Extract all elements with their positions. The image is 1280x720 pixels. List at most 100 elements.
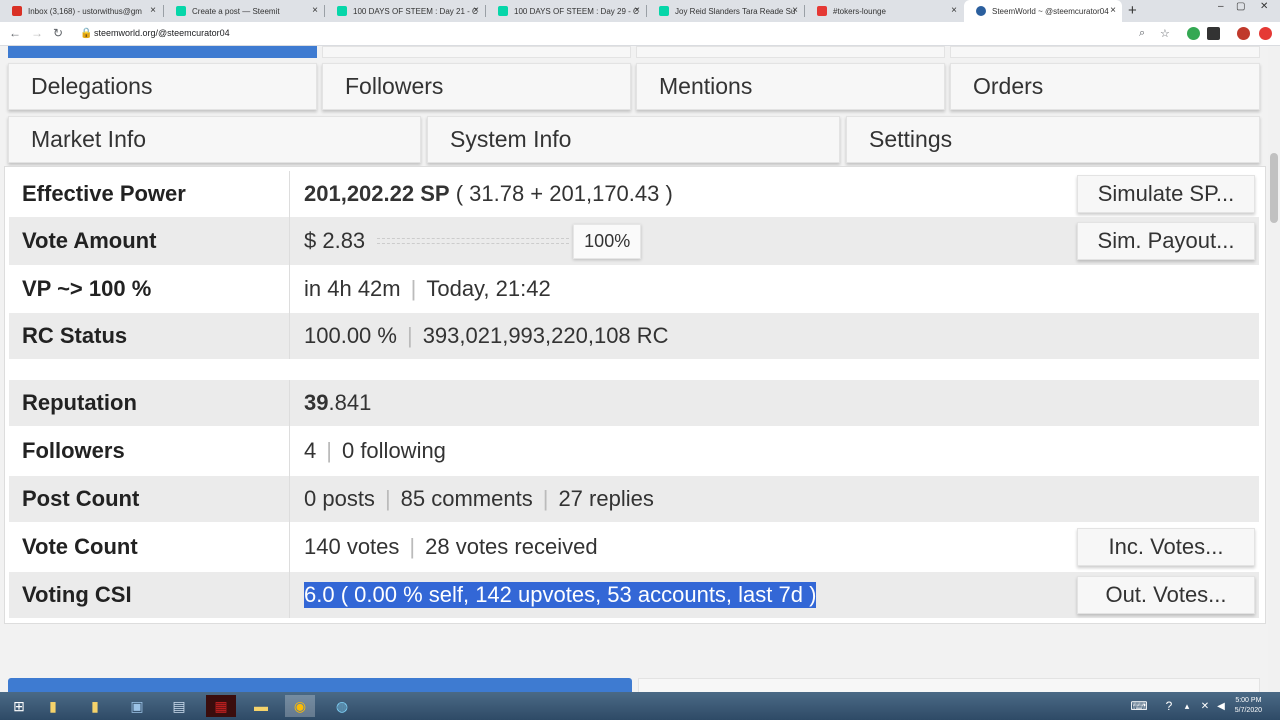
replies-count: 27 replies bbox=[558, 486, 654, 511]
extension-red-icon[interactable] bbox=[1259, 27, 1272, 40]
rc-status-value: 100.00 % | 393,021,993,220,108 RC bbox=[290, 313, 669, 359]
system-info-button[interactable]: System Info bbox=[427, 116, 840, 163]
volume-icon[interactable]: ◀ bbox=[1206, 695, 1236, 717]
voting-csi-text-selected: 6.0 ( 0.00 % self, 142 upvotes, 53 accou… bbox=[304, 582, 817, 608]
clock-time: 5:00 PM bbox=[1235, 697, 1262, 704]
tab-100days-29[interactable]: 100 DAYS OF STEEM : Day 29 - C × bbox=[486, 0, 646, 22]
new-tab-button[interactable]: + bbox=[1128, 2, 1137, 19]
tab-steemit-create[interactable]: Create a post — Steemit × bbox=[164, 0, 324, 22]
stat-label: Vote Count bbox=[9, 522, 290, 572]
stat-row-vote-amount: Vote Amount $ 2.83 100% Sim. Payout... bbox=[9, 217, 1259, 265]
delegations-button[interactable]: Delegations bbox=[8, 63, 317, 110]
scrollbar[interactable] bbox=[1268, 46, 1280, 692]
chrome-icon[interactable]: ◉ bbox=[285, 695, 315, 717]
bookmark-star-icon[interactable]: ☆ bbox=[1160, 27, 1170, 40]
close-icon[interactable]: × bbox=[634, 5, 640, 16]
close-icon[interactable]: × bbox=[150, 5, 156, 16]
scrollbar-thumb[interactable] bbox=[1270, 153, 1278, 223]
windows-taskbar: ⊞ ▮ ▮ ▣ ▤ ▦ ▬ ◉ ◍ ⌨ ? ▴ ✕ ◀ 5:00 PM 5/7/… bbox=[0, 692, 1280, 720]
vote-weight-slider-track[interactable] bbox=[377, 238, 570, 244]
tab-gmail[interactable]: Inbox (3,168) - ustorwithus@gm × bbox=[0, 0, 162, 22]
settings-button[interactable]: Settings bbox=[846, 116, 1260, 163]
page-content: Delegations Followers Mentions Orders Ma… bbox=[0, 46, 1268, 692]
minimize-button[interactable]: – bbox=[1218, 1, 1224, 12]
keyboard-icon[interactable]: ⌨ bbox=[1124, 695, 1154, 717]
folder-icon[interactable]: ▬ bbox=[246, 695, 276, 717]
close-icon[interactable]: × bbox=[473, 5, 479, 16]
nav-button-partial[interactable] bbox=[8, 46, 317, 58]
media-app-icon[interactable]: ▦ bbox=[206, 695, 236, 717]
clock[interactable]: 5:00 PM 5/7/2020 bbox=[1235, 696, 1262, 716]
separator: | bbox=[409, 534, 416, 559]
forward-icon[interactable]: → bbox=[31, 26, 43, 40]
windows-start-icon[interactable]: ⊞ bbox=[4, 695, 34, 717]
separator: | bbox=[410, 276, 417, 301]
voting-csi-value: 6.0 ( 0.00 % self, 142 upvotes, 53 accou… bbox=[290, 572, 817, 618]
tab-tokers-lounge[interactable]: #tokers-lounge × bbox=[805, 0, 963, 22]
url-input[interactable]: steemworld.org/@steemcurator04 bbox=[94, 28, 230, 38]
steemit-icon bbox=[659, 6, 669, 16]
stat-row-rc-status: RC Status 100.00 % | 393,021,993,220,108… bbox=[9, 313, 1259, 359]
nav-button-partial[interactable] bbox=[322, 46, 631, 58]
gmail-icon bbox=[12, 6, 22, 16]
vp-full-at: Today, 21:42 bbox=[426, 276, 551, 301]
stat-row-vp: VP ~> 100 % in 4h 42m | Today, 21:42 bbox=[9, 265, 1259, 313]
tab-steemworld[interactable]: SteemWorld ~ @steemcurator04 × bbox=[964, 0, 1122, 22]
steemit-icon bbox=[176, 6, 186, 16]
stat-label: Post Count bbox=[9, 476, 290, 522]
stat-row-post-count: Post Count 0 posts | 85 comments | 27 re… bbox=[9, 476, 1259, 522]
app-icon[interactable]: ◍ bbox=[327, 695, 357, 717]
stat-row-reputation: Reputation 39.841 bbox=[9, 380, 1259, 426]
tab-joy-reid[interactable]: Joy Reid Slanders Tara Reade Su × bbox=[647, 0, 804, 22]
close-icon[interactable]: × bbox=[312, 5, 318, 16]
close-icon[interactable]: × bbox=[1110, 5, 1116, 16]
reload-icon[interactable]: ↻ bbox=[53, 26, 63, 40]
file-explorer-icon[interactable]: ▮ bbox=[38, 695, 68, 717]
profile-avatar[interactable] bbox=[1237, 27, 1250, 40]
market-info-button[interactable]: Market Info bbox=[8, 116, 421, 163]
tokers-icon bbox=[817, 6, 827, 16]
network-icon[interactable]: ▤ bbox=[164, 695, 194, 717]
nav-button-partial[interactable] bbox=[950, 46, 1260, 58]
back-icon[interactable]: ← bbox=[9, 26, 21, 40]
vp-value: in 4h 42m | Today, 21:42 bbox=[290, 265, 551, 313]
vote-amount-value: $ 2.83 100% bbox=[290, 217, 642, 265]
stat-label: Effective Power bbox=[9, 171, 290, 217]
section-tab[interactable] bbox=[638, 678, 1260, 692]
nav-button-partial[interactable] bbox=[636, 46, 945, 58]
separator: | bbox=[406, 323, 413, 348]
vote-weight-slider-handle[interactable]: 100% bbox=[573, 223, 642, 259]
documents-icon[interactable]: ▮ bbox=[80, 695, 110, 717]
sp-total: 201,202.22 SP bbox=[304, 181, 450, 206]
section-tab-active[interactable] bbox=[8, 678, 632, 692]
out-votes-button[interactable]: Out. Votes... bbox=[1077, 576, 1255, 614]
close-icon[interactable]: × bbox=[792, 5, 798, 16]
tab-title: Create a post — Steemit bbox=[192, 6, 280, 16]
tab-100days-21[interactable]: 100 DAYS OF STEEM : Day 21 - C × bbox=[325, 0, 485, 22]
control-panel-icon[interactable]: ▣ bbox=[122, 695, 152, 717]
maximize-button[interactable]: ▢ bbox=[1236, 1, 1245, 12]
account-stats-panel: Effective Power 201,202.22 SP ( 31.78 + … bbox=[4, 166, 1266, 624]
close-icon[interactable]: × bbox=[951, 5, 957, 16]
effective-power-value: 201,202.22 SP ( 31.78 + 201,170.43 ) bbox=[290, 171, 673, 217]
vote-amount: $ 2.83 bbox=[304, 228, 366, 253]
sim-payout-button[interactable]: Sim. Payout... bbox=[1077, 222, 1255, 260]
window-close-button[interactable]: ✕ bbox=[1260, 1, 1268, 12]
extension-green-icon[interactable] bbox=[1187, 27, 1200, 40]
stat-row-effective-power: Effective Power 201,202.22 SP ( 31.78 + … bbox=[9, 171, 1259, 217]
orders-button[interactable]: Orders bbox=[950, 63, 1260, 110]
steemworld-icon bbox=[976, 6, 986, 16]
simulate-sp-button[interactable]: Simulate SP... bbox=[1077, 175, 1255, 213]
followers-button[interactable]: Followers bbox=[322, 63, 631, 110]
stat-label: Voting CSI bbox=[9, 572, 290, 618]
rc-amount: 393,021,993,220,108 RC bbox=[422, 323, 669, 348]
mentions-button[interactable]: Mentions bbox=[636, 63, 945, 110]
posts-count: 0 posts bbox=[304, 486, 375, 511]
tab-title: Inbox (3,168) - ustorwithus@gm bbox=[28, 6, 142, 16]
votes-received: 28 votes received bbox=[425, 534, 598, 559]
zoom-icon[interactable]: ⌕ bbox=[1139, 27, 1145, 40]
inc-votes-button[interactable]: Inc. Votes... bbox=[1077, 528, 1255, 566]
tab-title: 100 DAYS OF STEEM : Day 21 - C bbox=[353, 6, 478, 16]
extension-k-icon[interactable] bbox=[1207, 27, 1220, 40]
address-bar: ← → ↻ 🔒 steemworld.org/@steemcurator04 ⌕… bbox=[0, 22, 1280, 46]
